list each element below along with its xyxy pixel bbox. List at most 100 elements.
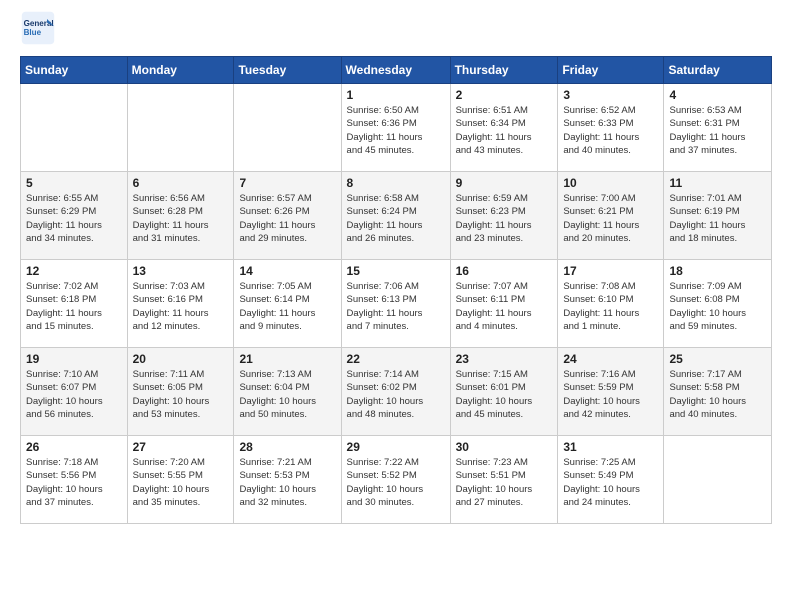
day-number: 7 xyxy=(239,176,335,190)
day-info: Sunrise: 7:00 AM Sunset: 6:21 PM Dayligh… xyxy=(563,192,658,245)
calendar-cell: 9 Sunrise: 6:59 AM Sunset: 6:23 PM Daylig… xyxy=(450,172,558,260)
day-number: 31 xyxy=(563,440,658,454)
day-info: Sunrise: 6:58 AM Sunset: 6:24 PM Dayligh… xyxy=(347,192,445,245)
day-info: Sunrise: 7:23 AM Sunset: 5:51 PM Dayligh… xyxy=(456,456,553,509)
calendar-cell: 12 Sunrise: 7:02 AM Sunset: 6:18 PM Dayli… xyxy=(21,260,128,348)
day-number: 20 xyxy=(133,352,229,366)
calendar-cell: 8 Sunrise: 6:58 AM Sunset: 6:24 PM Daylig… xyxy=(341,172,450,260)
calendar-cell: 15 Sunrise: 7:06 AM Sunset: 6:13 PM Dayli… xyxy=(341,260,450,348)
day-info: Sunrise: 6:51 AM Sunset: 6:34 PM Dayligh… xyxy=(456,104,553,157)
day-info: Sunrise: 6:55 AM Sunset: 6:29 PM Dayligh… xyxy=(26,192,122,245)
day-number: 29 xyxy=(347,440,445,454)
calendar-cell: 4 Sunrise: 6:53 AM Sunset: 6:31 PM Daylig… xyxy=(664,84,772,172)
day-number: 15 xyxy=(347,264,445,278)
day-number: 12 xyxy=(26,264,122,278)
calendar-cell: 10 Sunrise: 7:00 AM Sunset: 6:21 PM Dayli… xyxy=(558,172,664,260)
day-number: 24 xyxy=(563,352,658,366)
weekday-header-saturday: Saturday xyxy=(664,57,772,84)
day-info: Sunrise: 6:52 AM Sunset: 6:33 PM Dayligh… xyxy=(563,104,658,157)
weekday-header-row: SundayMondayTuesdayWednesdayThursdayFrid… xyxy=(21,57,772,84)
day-number: 17 xyxy=(563,264,658,278)
day-info: Sunrise: 7:09 AM Sunset: 6:08 PM Dayligh… xyxy=(669,280,766,333)
day-info: Sunrise: 6:50 AM Sunset: 6:36 PM Dayligh… xyxy=(347,104,445,157)
calendar-cell: 24 Sunrise: 7:16 AM Sunset: 5:59 PM Dayli… xyxy=(558,348,664,436)
day-number: 19 xyxy=(26,352,122,366)
day-number: 8 xyxy=(347,176,445,190)
calendar-cell: 29 Sunrise: 7:22 AM Sunset: 5:52 PM Dayli… xyxy=(341,436,450,524)
day-number: 28 xyxy=(239,440,335,454)
calendar-week-row: 26 Sunrise: 7:18 AM Sunset: 5:56 PM Dayli… xyxy=(21,436,772,524)
calendar-cell xyxy=(127,84,234,172)
calendar-cell xyxy=(234,84,341,172)
calendar-cell: 6 Sunrise: 6:56 AM Sunset: 6:28 PM Daylig… xyxy=(127,172,234,260)
calendar-cell xyxy=(21,84,128,172)
weekday-header-thursday: Thursday xyxy=(450,57,558,84)
day-number: 18 xyxy=(669,264,766,278)
calendar-cell: 19 Sunrise: 7:10 AM Sunset: 6:07 PM Dayli… xyxy=(21,348,128,436)
day-info: Sunrise: 7:06 AM Sunset: 6:13 PM Dayligh… xyxy=(347,280,445,333)
weekday-header-sunday: Sunday xyxy=(21,57,128,84)
calendar-cell: 14 Sunrise: 7:05 AM Sunset: 6:14 PM Dayli… xyxy=(234,260,341,348)
svg-text:Blue: Blue xyxy=(24,28,42,37)
calendar-cell: 3Sunrise: 6:52 AM Sunset: 6:33 PM Daylig… xyxy=(558,84,664,172)
day-number: 25 xyxy=(669,352,766,366)
calendar-cell: 16Sunrise: 7:07 AM Sunset: 6:11 PM Dayli… xyxy=(450,260,558,348)
day-number: 13 xyxy=(133,264,229,278)
weekday-header-monday: Monday xyxy=(127,57,234,84)
logo: General Blue xyxy=(20,10,62,46)
day-info: Sunrise: 7:14 AM Sunset: 6:02 PM Dayligh… xyxy=(347,368,445,421)
calendar-cell: 21Sunrise: 7:13 AM Sunset: 6:04 PM Dayli… xyxy=(234,348,341,436)
calendar-cell: 1Sunrise: 6:50 AM Sunset: 6:36 PM Daylig… xyxy=(341,84,450,172)
day-number: 26 xyxy=(26,440,122,454)
day-info: Sunrise: 7:22 AM Sunset: 5:52 PM Dayligh… xyxy=(347,456,445,509)
day-number: 10 xyxy=(563,176,658,190)
day-info: Sunrise: 7:08 AM Sunset: 6:10 PM Dayligh… xyxy=(563,280,658,333)
day-number: 16 xyxy=(456,264,553,278)
day-info: Sunrise: 6:57 AM Sunset: 6:26 PM Dayligh… xyxy=(239,192,335,245)
day-number: 5 xyxy=(26,176,122,190)
calendar-cell: 18 Sunrise: 7:09 AM Sunset: 6:08 PM Dayli… xyxy=(664,260,772,348)
day-number: 27 xyxy=(133,440,229,454)
day-info: Sunrise: 7:01 AM Sunset: 6:19 PM Dayligh… xyxy=(669,192,766,245)
calendar-week-row: 19 Sunrise: 7:10 AM Sunset: 6:07 PM Dayli… xyxy=(21,348,772,436)
day-number: 9 xyxy=(456,176,553,190)
day-info: Sunrise: 7:10 AM Sunset: 6:07 PM Dayligh… xyxy=(26,368,122,421)
calendar-cell: 26 Sunrise: 7:18 AM Sunset: 5:56 PM Dayli… xyxy=(21,436,128,524)
calendar-cell: 20 Sunrise: 7:11 AM Sunset: 6:05 PM Dayli… xyxy=(127,348,234,436)
day-info: Sunrise: 6:59 AM Sunset: 6:23 PM Dayligh… xyxy=(456,192,553,245)
page: General Blue SundayMondayTuesdayWednesda… xyxy=(0,0,792,544)
calendar-week-row: 12 Sunrise: 7:02 AM Sunset: 6:18 PM Dayli… xyxy=(21,260,772,348)
day-number: 6 xyxy=(133,176,229,190)
day-info: Sunrise: 6:53 AM Sunset: 6:31 PM Dayligh… xyxy=(669,104,766,157)
weekday-header-friday: Friday xyxy=(558,57,664,84)
header: General Blue xyxy=(20,10,772,46)
day-info: Sunrise: 7:02 AM Sunset: 6:18 PM Dayligh… xyxy=(26,280,122,333)
calendar-cell xyxy=(664,436,772,524)
calendar-cell: 25 Sunrise: 7:17 AM Sunset: 5:58 PM Dayli… xyxy=(664,348,772,436)
day-number: 23 xyxy=(456,352,553,366)
day-info: Sunrise: 7:16 AM Sunset: 5:59 PM Dayligh… xyxy=(563,368,658,421)
calendar-cell: 28Sunrise: 7:21 AM Sunset: 5:53 PM Dayli… xyxy=(234,436,341,524)
svg-text:General: General xyxy=(24,19,54,28)
calendar-cell: 30 Sunrise: 7:23 AM Sunset: 5:51 PM Dayli… xyxy=(450,436,558,524)
day-info: Sunrise: 7:13 AM Sunset: 6:04 PM Dayligh… xyxy=(239,368,335,421)
calendar-cell: 23Sunrise: 7:15 AM Sunset: 6:01 PM Dayli… xyxy=(450,348,558,436)
calendar-cell: 27Sunrise: 7:20 AM Sunset: 5:55 PM Dayli… xyxy=(127,436,234,524)
calendar-week-row: 1Sunrise: 6:50 AM Sunset: 6:36 PM Daylig… xyxy=(21,84,772,172)
calendar-cell: 13 Sunrise: 7:03 AM Sunset: 6:16 PM Dayli… xyxy=(127,260,234,348)
day-info: Sunrise: 7:05 AM Sunset: 6:14 PM Dayligh… xyxy=(239,280,335,333)
day-info: Sunrise: 7:25 AM Sunset: 5:49 PM Dayligh… xyxy=(563,456,658,509)
day-info: Sunrise: 7:11 AM Sunset: 6:05 PM Dayligh… xyxy=(133,368,229,421)
calendar-cell: 31 Sunrise: 7:25 AM Sunset: 5:49 PM Dayli… xyxy=(558,436,664,524)
day-info: Sunrise: 6:56 AM Sunset: 6:28 PM Dayligh… xyxy=(133,192,229,245)
day-number: 4 xyxy=(669,88,766,102)
day-info: Sunrise: 7:18 AM Sunset: 5:56 PM Dayligh… xyxy=(26,456,122,509)
day-number: 14 xyxy=(239,264,335,278)
weekday-header-tuesday: Tuesday xyxy=(234,57,341,84)
day-number: 2 xyxy=(456,88,553,102)
day-number: 30 xyxy=(456,440,553,454)
day-number: 11 xyxy=(669,176,766,190)
calendar-cell: 22Sunrise: 7:14 AM Sunset: 6:02 PM Dayli… xyxy=(341,348,450,436)
day-info: Sunrise: 7:17 AM Sunset: 5:58 PM Dayligh… xyxy=(669,368,766,421)
day-info: Sunrise: 7:03 AM Sunset: 6:16 PM Dayligh… xyxy=(133,280,229,333)
